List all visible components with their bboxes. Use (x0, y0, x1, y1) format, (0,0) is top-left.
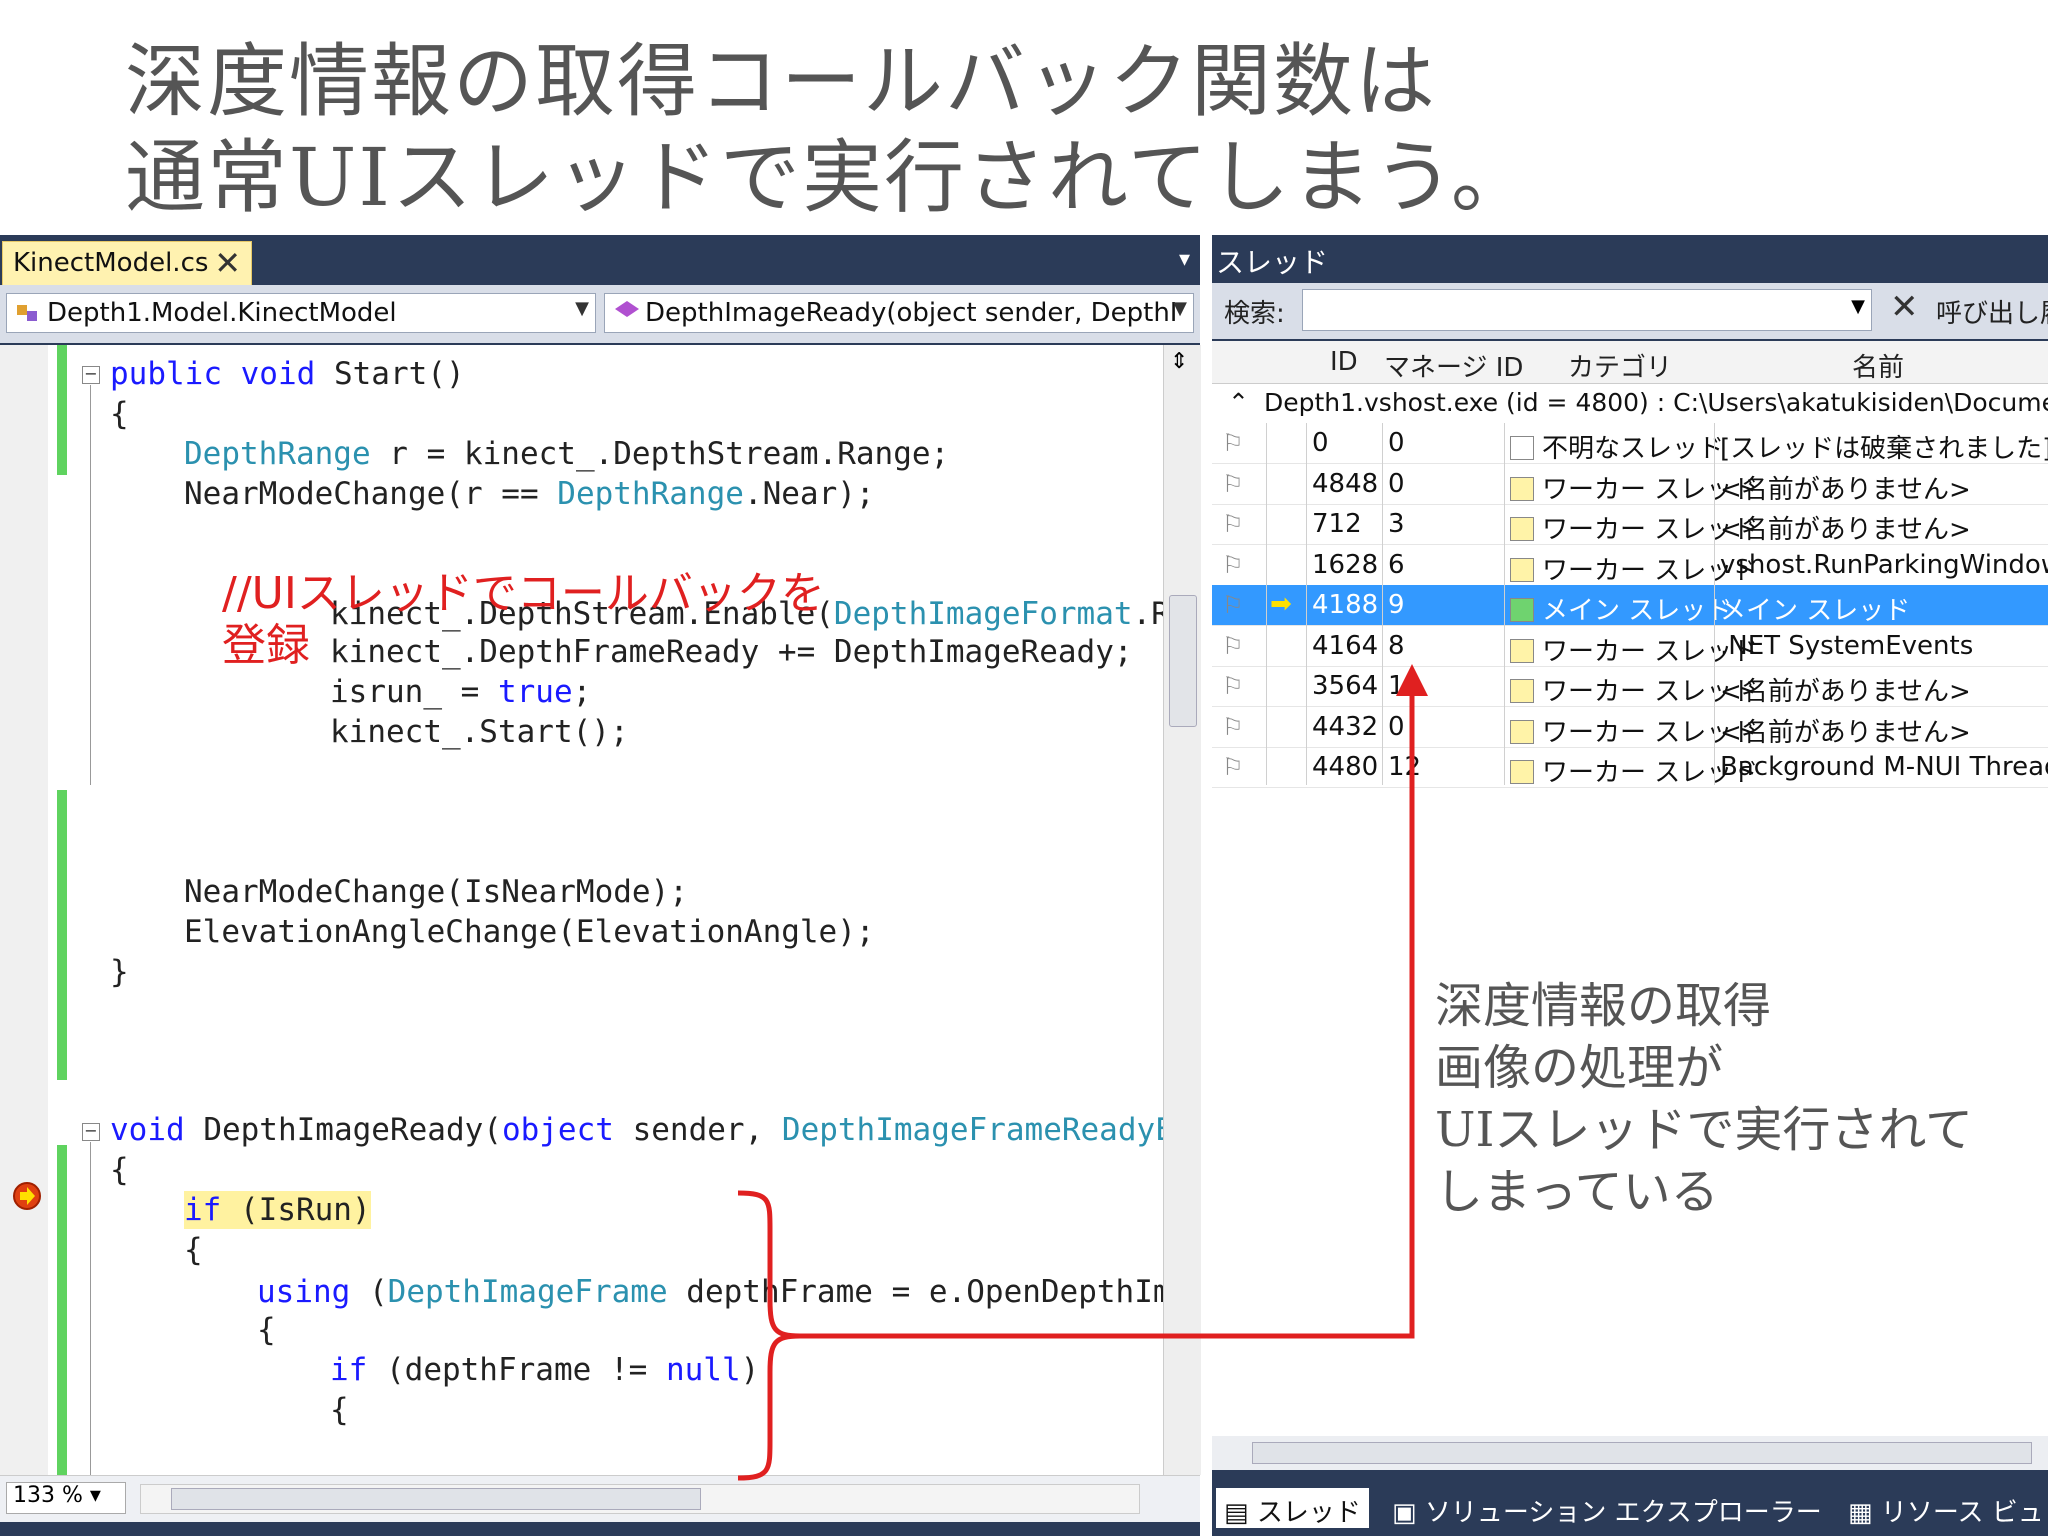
annotation-arrow (737, 664, 1428, 1481)
annotation-line3: UIスレッドで実行されて (1435, 1102, 1973, 1158)
annotation-line4: しまっている (1435, 1164, 1719, 1220)
annotation-line2: 画像の処理が (1435, 1040, 1724, 1096)
annotation-line1: 深度情報の取得 (1435, 978, 1772, 1034)
